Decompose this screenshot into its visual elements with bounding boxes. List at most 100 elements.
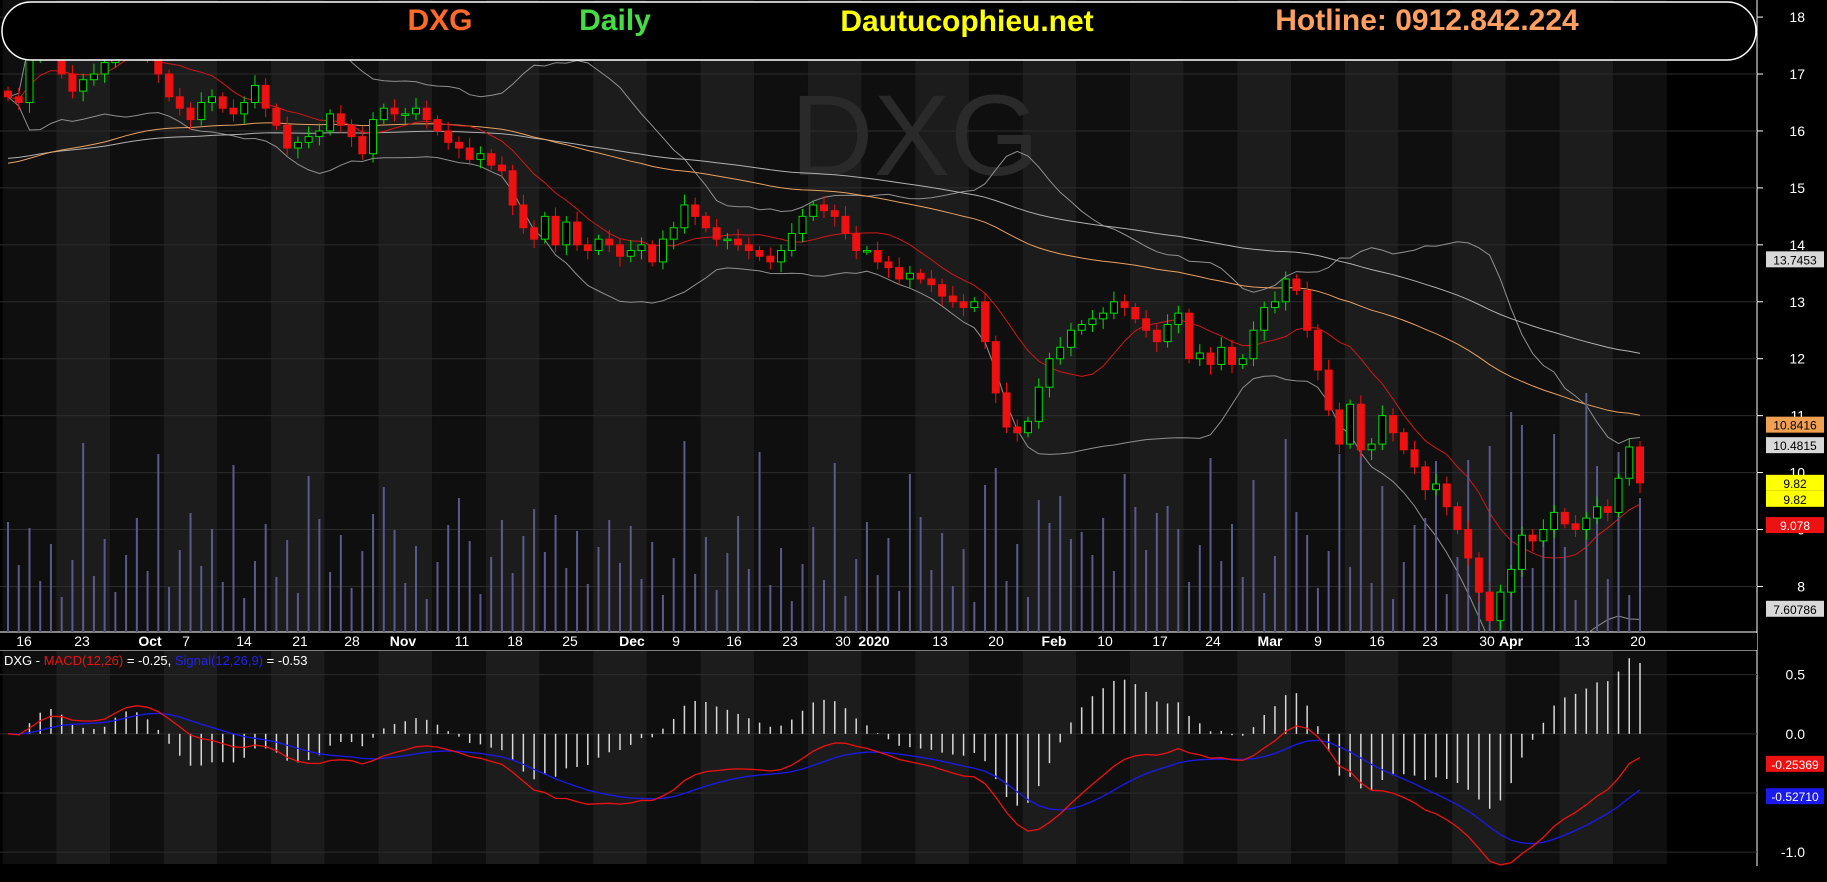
- header-period: Daily: [579, 4, 651, 37]
- time-tick-label: 23: [1422, 633, 1438, 649]
- candle-body: [970, 301, 979, 308]
- candle-body: [1174, 312, 1183, 326]
- week-band: [56, 651, 110, 864]
- time-tick-label: 7: [182, 633, 190, 649]
- macd-legend-part: Signal(12,26,9): [175, 653, 263, 668]
- candle-body: [530, 227, 539, 240]
- candle-body: [1260, 306, 1269, 331]
- time-tick-label: Dec: [619, 633, 645, 649]
- candle-body: [1571, 523, 1580, 531]
- time-tick-label: Feb: [1042, 633, 1067, 649]
- time-tick-label: 21: [292, 633, 308, 649]
- candle-body: [691, 204, 700, 217]
- week-band: [1505, 651, 1560, 864]
- time-tick-label: 20: [988, 633, 1004, 649]
- candle-body: [1238, 358, 1247, 365]
- time-tick-label: 9: [672, 633, 680, 649]
- candle-body: [1270, 301, 1279, 308]
- week-band: [1183, 651, 1238, 864]
- candle-body: [422, 107, 431, 121]
- candle-body: [841, 215, 850, 234]
- week-band: [754, 651, 808, 864]
- candle-body: [1421, 466, 1430, 491]
- header-site: Dautucophieu.net: [840, 5, 1093, 38]
- candle-body: [1292, 278, 1301, 291]
- candle-body: [755, 250, 764, 257]
- candle-body: [1109, 301, 1118, 314]
- time-tick-label: 17: [1152, 633, 1168, 649]
- candle-body: [938, 284, 947, 297]
- candle-body: [1528, 534, 1537, 542]
- candle-body: [476, 153, 485, 160]
- time-tick-label: 10: [1097, 633, 1113, 649]
- candle-body: [1249, 329, 1258, 360]
- candle-body: [680, 204, 689, 229]
- week-band: [1559, 651, 1614, 864]
- time-tick-label: 23: [782, 633, 798, 649]
- candle-body: [1281, 278, 1290, 303]
- candle-body: [1432, 483, 1440, 491]
- candle-body: [798, 215, 807, 234]
- candle-body: [1593, 506, 1602, 519]
- price-tick-label: 14: [1789, 237, 1805, 253]
- time-tick-label: 13: [932, 633, 948, 649]
- candle-body: [379, 107, 388, 121]
- candle-body: [916, 272, 925, 280]
- candle-body: [1045, 358, 1054, 388]
- candle-body: [981, 301, 990, 343]
- candle-body: [895, 267, 904, 280]
- week-band: [700, 0, 755, 632]
- candle-body: [1335, 409, 1344, 445]
- week-band: [646, 0, 701, 632]
- week-band: [1291, 651, 1345, 864]
- macd-legend-part: MACD(12,26): [40, 653, 123, 668]
- header-ticker: DXG: [407, 4, 472, 37]
- macd-tick-label: 0.0: [1786, 726, 1806, 742]
- candle-body: [79, 79, 88, 92]
- candle-body: [1603, 506, 1612, 513]
- time-tick-label: 18: [507, 633, 523, 649]
- candle-body: [648, 244, 657, 263]
- candle-body: [1410, 449, 1419, 468]
- price-tag-label: 9.82: [1783, 493, 1807, 507]
- price-tag-label: 13.7453: [1773, 253, 1817, 267]
- candle-body: [1389, 415, 1398, 434]
- header-hotline: Hotline: 0912.842.224: [1275, 4, 1579, 37]
- price-tag-label: 10.8416: [1773, 419, 1817, 433]
- time-tick-label: 16: [1369, 633, 1385, 649]
- candle-body: [1485, 591, 1494, 622]
- week-band: [593, 0, 647, 632]
- candle-body: [1367, 443, 1376, 451]
- candle-body: [873, 250, 882, 263]
- candle-body: [669, 227, 678, 240]
- macd-legend-part: = -0.53: [263, 653, 307, 668]
- price-tag-label: 10.4815: [1773, 439, 1817, 453]
- candle-body: [1378, 415, 1387, 445]
- candle-body: [712, 227, 721, 240]
- candle-body: [1507, 568, 1516, 593]
- candle-body: [1217, 346, 1226, 365]
- candle-body: [390, 107, 399, 115]
- week-band: [2, 651, 57, 864]
- candle-body: [1088, 318, 1097, 326]
- candle-body: [1142, 318, 1151, 331]
- candle-body: [787, 232, 796, 252]
- candle-body: [626, 250, 635, 257]
- week-band: [593, 651, 647, 864]
- candle-body: [1453, 506, 1462, 531]
- candle-body: [616, 244, 624, 257]
- stock-chart: 18 17 16 15 14 13 12 11 10 9 8 DXG 13.7453 10.8416 10.…: [0, 0, 1827, 882]
- time-tick-label: 2020: [858, 633, 889, 649]
- candle-body: [1024, 420, 1032, 434]
- candle-body: [465, 147, 474, 160]
- candle-body: [809, 204, 818, 217]
- candle-body: [830, 210, 839, 217]
- candle-body: [272, 107, 281, 126]
- time-tick-label: Mar: [1258, 633, 1283, 649]
- candle-body: [852, 232, 861, 252]
- candle-body: [1228, 346, 1236, 365]
- price-tick-label: 8: [1797, 578, 1805, 594]
- candle-body: [347, 124, 356, 138]
- candle-body: [766, 255, 775, 263]
- time-tick-label: Apr: [1499, 633, 1524, 649]
